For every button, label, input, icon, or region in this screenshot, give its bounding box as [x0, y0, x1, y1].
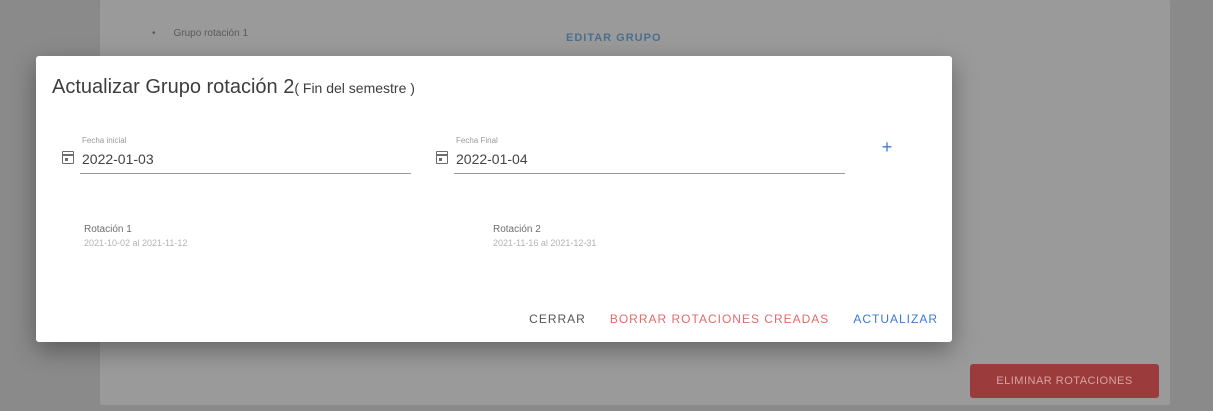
rotation-name: Rotación 2: [493, 224, 541, 235]
delete-created-rotations-button[interactable]: BORRAR ROTACIONES CREADAS: [610, 312, 829, 326]
calendar-icon[interactable]: [436, 151, 448, 164]
start-date-value[interactable]: 2022-01-03: [82, 151, 154, 167]
end-date-value[interactable]: 2022-01-04: [456, 151, 528, 167]
rotation-item: Rotación 2 2021-11-16 al 2021-12-31: [493, 224, 596, 248]
start-date-underline: [80, 173, 411, 174]
end-date-label: Fecha Final: [456, 136, 498, 145]
update-group-dialog: Actualizar Grupo rotación 2( Fin del sem…: [36, 56, 952, 342]
bullet-icon: •: [152, 28, 156, 39]
rotation-dates: 2021-11-16 al 2021-12-31: [493, 238, 597, 248]
rotation-name: Rotación 1: [84, 224, 132, 235]
start-date-label: Fecha inicial: [82, 136, 127, 145]
update-button[interactable]: ACTUALIZAR: [853, 312, 938, 326]
end-date-field[interactable]: Fecha Final 2022-01-04: [430, 136, 845, 174]
add-rotation-button[interactable]: +: [876, 136, 898, 158]
background-group-label: Grupo rotación 1: [173, 28, 249, 39]
close-button[interactable]: CERRAR: [529, 312, 586, 326]
background-group-row: • Grupo rotación 1: [152, 28, 248, 39]
dialog-actions: CERRAR BORRAR ROTACIONES CREADAS ACTUALI…: [529, 312, 938, 326]
plus-icon: +: [881, 137, 893, 157]
delete-rotations-button[interactable]: ELIMINAR ROTACIONES: [970, 364, 1159, 398]
calendar-icon[interactable]: [62, 151, 74, 164]
start-date-field[interactable]: Fecha inicial 2022-01-03: [56, 136, 411, 174]
dialog-title: Actualizar Grupo rotación 2( Fin del sem…: [52, 76, 415, 99]
end-date-underline: [454, 173, 845, 174]
rotation-item: Rotación 1 2021-10-02 al 2021-11-12: [84, 224, 187, 248]
dialog-title-suffix: ( Fin del semestre ): [294, 80, 415, 96]
rotation-dates: 2021-10-02 al 2021-11-12: [84, 238, 188, 248]
edit-group-button[interactable]: EDITAR GRUPO: [566, 32, 662, 44]
dialog-title-main: Actualizar Grupo rotación 2: [52, 76, 295, 98]
